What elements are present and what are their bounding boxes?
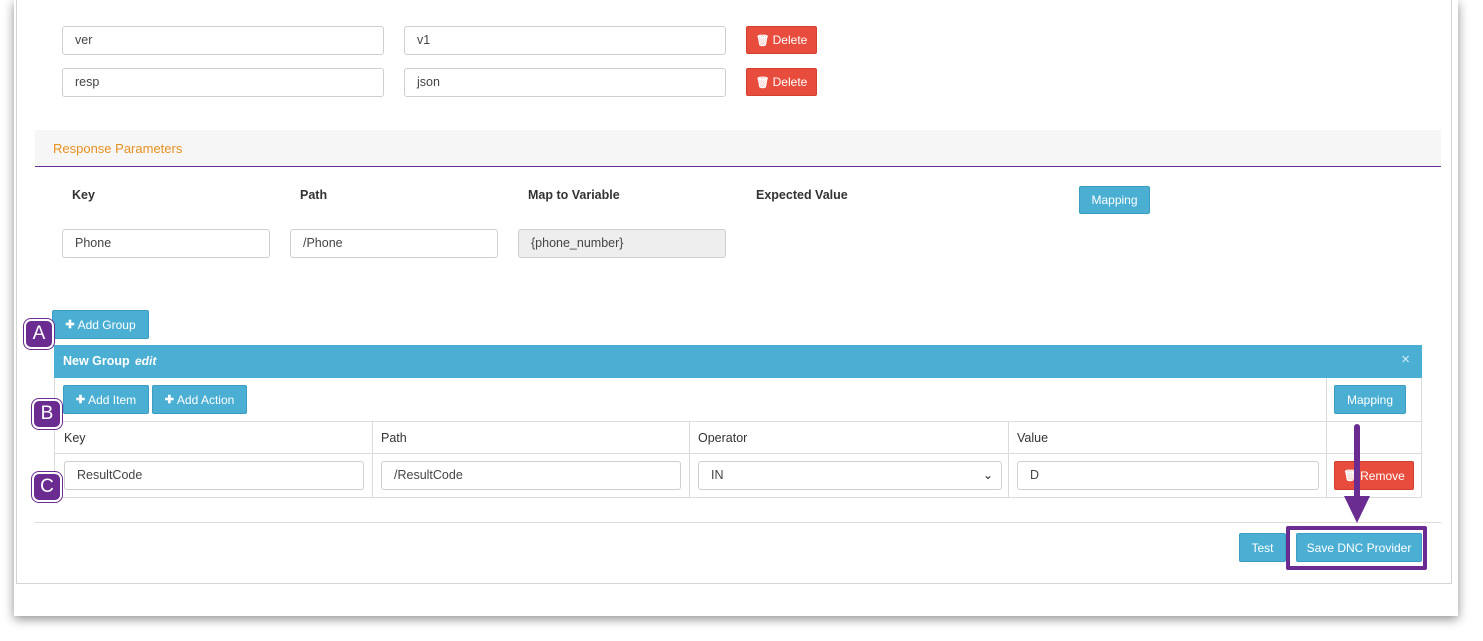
operator-select[interactable]: IN ⌄ [698, 461, 1002, 490]
add-item-button[interactable]: ✚ Add Item [63, 385, 149, 414]
save-highlight-box [1286, 526, 1427, 570]
param-key-input[interactable]: resp [62, 68, 384, 97]
provider-form-panel: ver v1 🗑 Delete resp json 🗑 Delete Respo… [16, 0, 1452, 584]
annotation-badge-a: A [24, 319, 54, 349]
column-header-operator: Operator [698, 431, 748, 445]
condition-path-input[interactable]: /ResultCode [381, 461, 681, 490]
column-header-map-to-variable: Map to Variable [528, 188, 620, 202]
divider [55, 453, 1421, 454]
response-path-input[interactable]: /Phone [290, 229, 498, 258]
arrow-down-icon [1344, 424, 1370, 523]
add-action-button[interactable]: ✚ Add Action [152, 385, 247, 414]
plus-icon: ✚ [75, 394, 86, 406]
group-header: New Group edit × [54, 345, 1422, 378]
divider [372, 421, 373, 497]
annotation-badge-b: B [32, 399, 62, 429]
test-button[interactable]: Test [1239, 533, 1286, 562]
delete-param-button[interactable]: 🗑 Delete [746, 26, 817, 54]
map-to-variable-field: {phone_number} [518, 229, 726, 258]
delete-label: Delete [772, 33, 808, 47]
response-parameters-header: Response Parameters [35, 130, 1441, 167]
add-item-label: Add Item [88, 392, 137, 407]
condition-key-input[interactable]: ResultCode [64, 461, 364, 490]
trash-icon: 🗑 [755, 76, 770, 89]
column-header-expected-value: Expected Value [756, 188, 848, 202]
annotation-badge-c: C [32, 472, 62, 502]
plus-icon: ✚ [164, 394, 174, 406]
param-value-input[interactable]: json [404, 68, 726, 97]
divider [1008, 421, 1009, 497]
response-mapping-button[interactable]: Mapping [1079, 186, 1150, 214]
column-header-key: Key [64, 431, 86, 445]
param-key-input[interactable]: ver [62, 26, 384, 55]
divider [1326, 378, 1327, 497]
column-header-path: Path [381, 431, 407, 445]
operator-selected-value: IN [711, 468, 724, 482]
column-header-value: Value [1017, 431, 1049, 445]
add-group-button[interactable]: ✚ Add Group [52, 310, 149, 339]
close-icon[interactable]: × [1401, 351, 1410, 368]
group-edit-link[interactable]: edit [135, 354, 156, 368]
divider [689, 421, 690, 497]
condition-value-input[interactable]: D [1017, 461, 1319, 490]
column-header-key: Key [72, 188, 95, 202]
trash-icon: 🗑 [755, 34, 770, 47]
chevron-down-icon: ⌄ [982, 468, 993, 482]
add-group-label: Add Group [77, 317, 136, 332]
divider [55, 421, 1421, 422]
delete-param-button[interactable]: 🗑 Delete [746, 68, 817, 96]
add-action-label: Add Action [176, 392, 235, 407]
dnc-provider-window: ver v1 🗑 Delete resp json 🗑 Delete Respo… [14, 0, 1458, 616]
group-conditions-table: ✚ Add Item ✚ Add Action Mapping Key Path… [54, 378, 1422, 498]
column-header-path: Path [300, 188, 328, 202]
footer-divider [35, 522, 1441, 523]
group-title: New Group [63, 354, 130, 368]
group-mapping-button[interactable]: Mapping [1334, 385, 1406, 414]
response-key-input[interactable]: Phone [62, 229, 270, 258]
delete-label: Delete [772, 75, 808, 89]
param-value-input[interactable]: v1 [404, 26, 726, 55]
section-title: Response Parameters [53, 141, 183, 156]
plus-icon: ✚ [65, 319, 75, 331]
